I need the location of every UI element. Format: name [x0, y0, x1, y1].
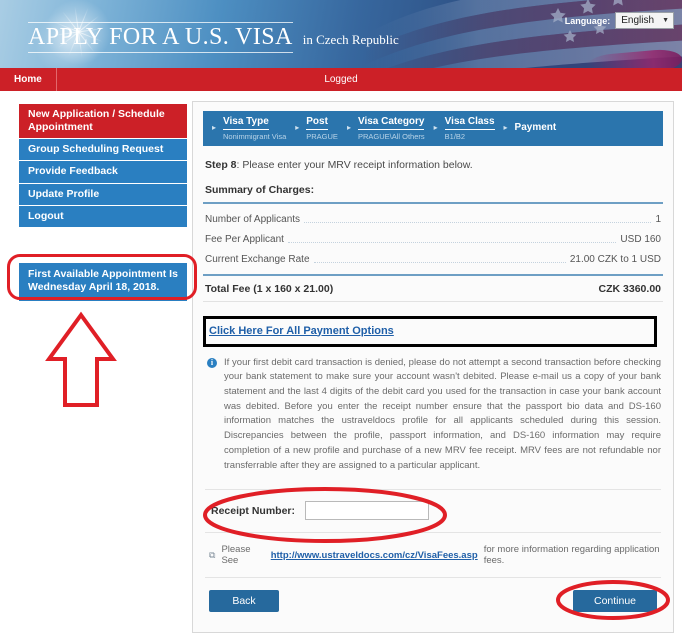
dot-leader: [313, 254, 566, 263]
charge-label: Number of Applicants: [205, 213, 301, 225]
total-fee-label: Total Fee (1 x 160 x 21.00): [205, 282, 334, 295]
breadcrumb-step-title: Post: [306, 116, 328, 130]
sidebar-item-group-scheduling[interactable]: Group Scheduling Request: [19, 139, 187, 161]
appointment-notice-wrap: First Available Appointment Is Wednesday…: [7, 253, 197, 407]
sidebar: New Application / Schedule Appointment G…: [7, 101, 197, 633]
info-icon: i: [207, 357, 217, 368]
main-panel: ▸ Visa Type Nonimmigrant Visa ▸ Post PRA…: [192, 101, 674, 633]
info-notice-text: If your first debit card transaction is …: [224, 356, 661, 471]
table-row: Number of Applicants 1: [203, 210, 663, 230]
breadcrumb-step-title: Visa Class: [444, 116, 495, 130]
receipt-number-field-row: Receipt Number:: [203, 487, 663, 544]
total-fee-value: CZK 3360.00: [598, 282, 661, 295]
external-link-icon: ⧉: [209, 549, 216, 560]
breadcrumb-step-value: PRAGUE\All Others: [357, 131, 425, 141]
sidebar-menu: New Application / Schedule Appointment G…: [19, 104, 187, 227]
breadcrumb-step-value: Nonimmigrant Visa: [223, 131, 287, 141]
charge-value: 1: [655, 213, 661, 225]
language-value: English: [621, 15, 655, 26]
breadcrumb-step-title: Visa Type: [223, 116, 269, 130]
charge-label: Current Exchange Rate: [205, 253, 310, 265]
breadcrumb-step-value: PRAGUE: [306, 131, 338, 141]
breadcrumb-separator-icon: ▸: [212, 123, 217, 133]
continue-button[interactable]: Continue: [573, 590, 657, 613]
dot-leader: [287, 234, 617, 243]
step-number: Step 8: [205, 158, 237, 171]
breadcrumb-step-title: Payment: [514, 122, 557, 133]
breadcrumb-step-payment: Payment: [515, 121, 559, 135]
site-branding: APPLY FOR A U.S. VISA in Czech Republic: [28, 22, 399, 53]
sidebar-item-new-application[interactable]: New Application / Schedule Appointment: [19, 104, 187, 139]
visa-fees-link[interactable]: http://www.ustraveldocs.com/cz/VisaFees.…: [271, 550, 478, 561]
language-selector[interactable]: Language: English ▼: [565, 12, 674, 29]
breadcrumb-step-post[interactable]: Post PRAGUE: [306, 115, 340, 141]
receipt-number-label: Receipt Number:: [211, 504, 296, 517]
annotation-arrow-up-icon: [45, 311, 117, 407]
nav-status-text: Logged: [324, 74, 358, 85]
form-actions: Back Continue: [203, 578, 670, 621]
site-header: APPLY FOR A U.S. VISA in Czech Republic …: [0, 0, 682, 68]
breadcrumb-step-visa-class[interactable]: Visa Class B1/B2: [444, 115, 497, 141]
breadcrumb-separator-icon: ▸: [503, 123, 508, 133]
breadcrumb-separator-icon: ▸: [346, 123, 351, 133]
charge-value: 21.00 CZK to 1 USD: [569, 253, 661, 265]
charge-value: USD 160: [620, 233, 661, 245]
fees-suffix-text: for more information regarding applicati…: [483, 544, 660, 567]
breadcrumb: ▸ Visa Type Nonimmigrant Visa ▸ Post PRA…: [203, 111, 663, 146]
step-text: : Please enter your MRV receipt informat…: [236, 158, 473, 171]
sidebar-item-update-profile[interactable]: Update Profile: [19, 183, 187, 205]
first-available-appointment-notice: First Available Appointment Is Wednesday…: [19, 262, 187, 302]
charge-label: Fee Per Applicant: [205, 233, 284, 245]
step-instruction: Step 8: Please enter your MRV receipt in…: [205, 159, 663, 171]
dot-leader: [304, 214, 652, 223]
payment-options-link[interactable]: Click Here For All Payment Options: [209, 325, 394, 337]
main-navbar: Home Logged: [0, 68, 682, 91]
nav-home-link[interactable]: Home: [0, 68, 57, 91]
language-dropdown[interactable]: English ▼: [615, 12, 674, 29]
visa-fees-info-row: ⧉ Please See http://www.ustraveldocs.com…: [203, 533, 663, 577]
sidebar-item-logout[interactable]: Logout: [19, 205, 187, 227]
total-fee-row: Total Fee (1 x 160 x 21.00) CZK 3360.00: [203, 273, 663, 302]
breadcrumb-step-visa-category[interactable]: Visa Category PRAGUE\All Others: [357, 115, 427, 141]
receipt-number-input[interactable]: [305, 501, 430, 521]
charges-table: Number of Applicants 1 Fee Per Applicant…: [203, 201, 663, 270]
breadcrumb-step-title: Visa Category: [357, 116, 425, 130]
sidebar-item-provide-feedback[interactable]: Provide Feedback: [19, 161, 187, 183]
breadcrumb-step-value: B1/B2: [444, 131, 466, 141]
table-row: Fee Per Applicant USD 160: [203, 230, 663, 250]
breadcrumb-separator-icon: ▸: [433, 123, 438, 133]
site-subtitle: in Czech Republic: [302, 32, 399, 47]
back-button[interactable]: Back: [209, 590, 279, 613]
summary-of-charges-heading: Summary of Charges:: [205, 183, 315, 196]
payment-options-block: Click Here For All Payment Options: [203, 315, 663, 347]
fees-prefix-text: Please See: [221, 544, 251, 567]
info-notice: i If your first debit card transaction i…: [207, 356, 661, 474]
page-body: New Application / Schedule Appointment G…: [0, 91, 682, 633]
breadcrumb-separator-icon: ▸: [295, 123, 300, 133]
table-row: Current Exchange Rate 21.00 CZK to 1 USD: [203, 250, 663, 270]
chevron-down-icon: ▼: [662, 17, 669, 24]
language-label: Language:: [564, 15, 611, 26]
breadcrumb-step-visa-type[interactable]: Visa Type Nonimmigrant Visa: [223, 115, 288, 141]
site-title: APPLY FOR A U.S. VISA: [28, 22, 293, 53]
